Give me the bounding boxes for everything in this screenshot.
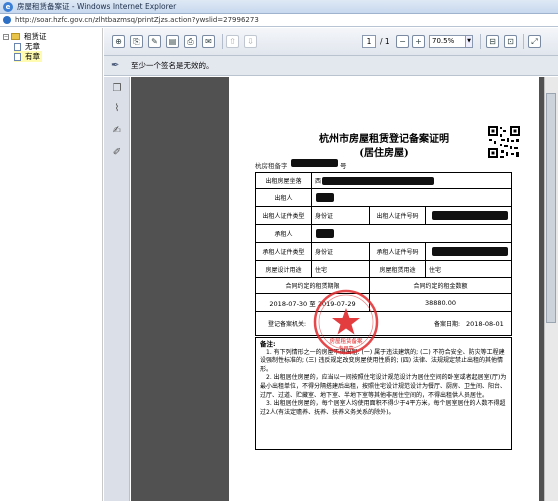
left-tree-pane: − 租赁证 无章 有章 — [0, 28, 103, 501]
note-item: 1. 有下列情形之一的房屋不得出租: (一) 属于违法建筑的; (二) 不符合安… — [260, 348, 505, 373]
pdf-toolbar: ⊕ ⎘ ✎ ▤ ⎙ ✉ ⇧ ⇩ 1 / 1 − + 70.5% ▼ ⊟ ⊡ ⤢ — [104, 28, 558, 56]
certificate-number-suffix: 号 — [340, 162, 347, 170]
row-contract-headers: 合同约定的租赁期限 合同约定的租金数额 — [255, 278, 512, 294]
ie-logo-icon: e — [3, 1, 13, 12]
certificate-number-prefix: 杭房租备字 — [255, 162, 288, 170]
page-number-input[interactable]: 1 — [362, 35, 376, 48]
note-item: 2. 出租居住房屋的，应当以一间按照住宅设计规范设计为居住空间的卧室或者起居室(… — [260, 374, 507, 399]
email-icon[interactable]: ✉ — [202, 35, 215, 48]
print-icon[interactable]: ⎙ — [184, 35, 197, 48]
url-text[interactable]: http://soar.hzfc.gov.cn/zlhtbazmsq/print… — [15, 16, 259, 24]
window-titlebar: e 房屋租赁备案证 - Windows Internet Explorer — [0, 0, 558, 14]
pdf-side-panel: ❐ ⌇ ✍ ✐ — [104, 77, 130, 501]
design-use-value: 住宅 — [315, 266, 328, 274]
fit-page-icon[interactable]: ⊟ — [486, 35, 499, 48]
amount-label: 合同约定的租金数额 — [413, 283, 468, 290]
row-lessor-id: 出租人证件类型 身份证 出租人证件号码 — [255, 207, 512, 225]
svg-text:专用章: 专用章 — [338, 345, 353, 352]
signature-message: 至少一个签名是无效的。 — [131, 61, 214, 70]
address-label: 出租房屋坐落 — [256, 173, 312, 188]
create-pdf-icon[interactable]: ⊕ — [112, 35, 125, 48]
row-registration: 登记备案机关: 备案日期: 2018-08-01 — [255, 312, 512, 336]
chevron-down-icon[interactable]: ▼ — [465, 35, 473, 48]
lessor-id-type-value: 身份证 — [315, 213, 334, 220]
certificate-page: 杭州市房屋租赁登记备案证明 (居住房屋) 杭房租备字 号 出租房屋坐落 西 出租… — [229, 77, 539, 501]
page-down-icon[interactable]: ⇩ — [244, 35, 257, 48]
scrollbar-thumb[interactable] — [546, 93, 556, 323]
registration-date-label: 备案日期: — [434, 321, 461, 328]
signature-message-bar: ✒ 至少一个签名是无效的。 — [104, 56, 558, 76]
row-lessee: 承租人 — [255, 225, 512, 243]
official-seal: 房屋租赁备案 专用章 — [313, 289, 379, 355]
row-uses: 房屋设计用途 住宅 房屋租赁用途 住宅 — [255, 261, 512, 278]
signatures-icon[interactable]: ✍ — [111, 125, 123, 137]
row-contract-values: 2018-07-30 至 2019-07-29 38880.00 — [255, 294, 512, 312]
redacted-address — [322, 177, 434, 185]
redacted-lessee — [316, 229, 334, 238]
redacted-lessee-id — [432, 247, 508, 256]
qr-code-icon — [487, 125, 521, 159]
redacted-lessor — [316, 193, 334, 202]
address-bar[interactable]: http://soar.hzfc.gov.cn/zlhtbazmsq/print… — [0, 14, 558, 27]
rental-use-value: 住宅 — [429, 266, 442, 274]
row-lessor: 出租人 — [255, 189, 512, 207]
rental-use-label: 房屋租赁用途 — [370, 261, 426, 277]
pages-icon[interactable]: ❐ — [111, 83, 123, 95]
fit-width-icon[interactable]: ⊡ — [504, 35, 517, 48]
lessee-id-type-label: 承租人证件类型 — [256, 243, 312, 260]
tools-icon[interactable]: ✐ — [111, 147, 123, 159]
fullscreen-icon[interactable]: ⤢ — [528, 35, 541, 48]
edit-icon[interactable]: ✎ — [148, 35, 161, 48]
lessee-label: 承租人 — [256, 225, 312, 242]
zoom-in-icon[interactable]: + — [412, 35, 425, 48]
redacted-number — [291, 159, 338, 167]
zoom-select[interactable]: 70.5% — [429, 35, 466, 48]
collapse-icon[interactable]: − — [3, 33, 9, 40]
notes-box: 备注: 1. 有下列情形之一的房屋不得出租: (一) 属于违法建筑的; (二) … — [255, 337, 512, 450]
row-address: 出租房屋坐落 西 — [255, 172, 512, 189]
document-icon — [14, 42, 21, 51]
design-use-label: 房屋设计用途 — [256, 261, 312, 277]
attachments-icon[interactable]: ⌇ — [111, 103, 123, 115]
row-lessee-id: 承租人证件类型 身份证 承租人证件号码 — [255, 243, 512, 261]
zoom-out-icon[interactable]: − — [396, 35, 409, 48]
site-icon — [3, 16, 11, 24]
note-item: 3. 出租居住房屋的，每个居室人均使用面积不得少于4平方米，每个居室居住的人数不… — [260, 400, 506, 416]
registration-date-value: 2018-08-01 — [466, 319, 504, 328]
signature-pen-icon[interactable]: ✒ — [111, 60, 123, 72]
folder-icon — [11, 33, 20, 40]
lessor-id-no-label: 出租人证件号码 — [370, 207, 426, 224]
lessor-id-type-label: 出租人证件类型 — [256, 207, 312, 224]
open-icon[interactable]: ▤ — [166, 35, 179, 48]
notes-heading: 备注: — [260, 340, 276, 348]
window-title: 房屋租赁备案证 - Windows Internet Explorer — [17, 2, 177, 11]
lessee-id-no-label: 承租人证件号码 — [370, 243, 426, 260]
amount-value: 38880.00 — [424, 298, 456, 307]
document-icon — [14, 52, 21, 61]
svg-text:房屋租赁备案: 房屋租赁备案 — [329, 337, 363, 345]
redacted-lessor-id — [432, 211, 508, 220]
save-icon[interactable]: ⎘ — [130, 35, 143, 48]
lessor-label: 出租人 — [256, 189, 312, 206]
lessee-id-type-value: 身份证 — [315, 249, 334, 256]
tree-item-with-seal[interactable]: 有章 — [14, 51, 42, 62]
page-count: / 1 — [380, 37, 390, 46]
page-up-icon[interactable]: ⇧ — [226, 35, 239, 48]
tree-item-label: 有章 — [25, 52, 40, 61]
